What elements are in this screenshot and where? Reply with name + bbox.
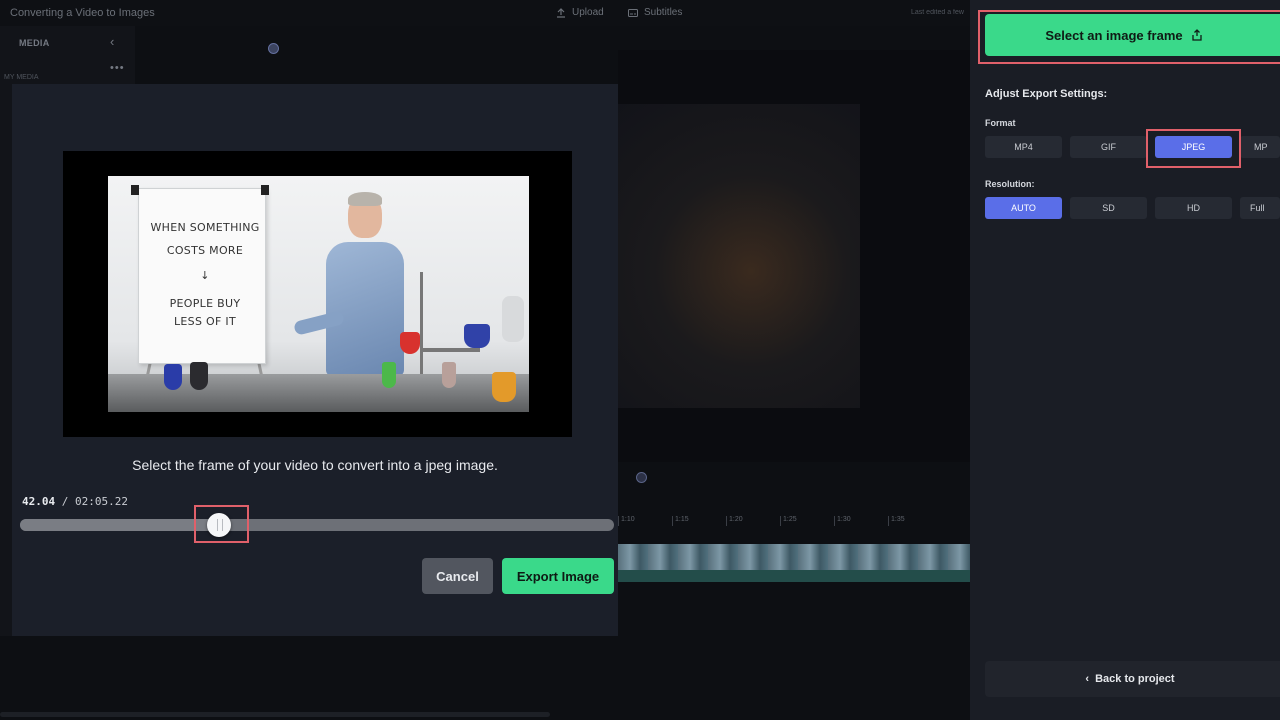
frame-scrubber-track[interactable] [20, 513, 614, 537]
more-icon[interactable]: ••• [110, 62, 125, 74]
flipchart-line: WHEN SOMETHING [150, 221, 260, 234]
project-title[interactable]: Converting a Video to Images [10, 7, 155, 19]
flipchart: WHEN SOMETHING COSTS MORE ↓ PEOPLE BUY L… [131, 185, 269, 364]
time-separator: / [55, 495, 75, 508]
subtitles-icon [628, 8, 638, 17]
jpeg-highlight-box [1146, 129, 1241, 168]
select-frame-highlight-box [978, 10, 1280, 64]
current-time: 42.04 [22, 495, 56, 508]
adjust-export-title: Adjust Export Settings: [985, 88, 1108, 100]
back-to-project-label: Back to project [1095, 673, 1175, 685]
canvas-handle-lower[interactable] [636, 472, 647, 483]
timeline-ruler: 1:10 1:15 1:20 1:25 1:30 1:35 [618, 516, 970, 530]
my-media-label: MY MEDIA [4, 74, 39, 81]
resolution-option-sd[interactable]: SD [1070, 197, 1147, 219]
frame-scrubber-fill [20, 519, 219, 531]
modal-instruction: Select the frame of your video to conver… [132, 457, 498, 473]
export-settings-panel: Select an image frame Adjust Export Sett… [970, 0, 1280, 720]
editor-top-bar: Converting a Video to Images Upload Subt… [0, 0, 970, 26]
resolution-label: Resolution: [985, 179, 1035, 189]
resolution-option-auto[interactable]: AUTO [985, 197, 1062, 219]
resolution-option-full[interactable]: Full [1240, 197, 1280, 219]
timeline-tick: 1:25 [780, 516, 834, 526]
format-option-mp4[interactable]: MP4 [985, 136, 1062, 158]
timeline-video-track[interactable] [618, 544, 970, 582]
subtitles-button[interactable]: Subtitles [628, 7, 682, 18]
video-editor-app: Converting a Video to Images Upload Subt… [0, 0, 1280, 720]
subtitles-label: Subtitles [644, 7, 683, 18]
timeline-tick: 1:10 [618, 516, 672, 526]
upload-button[interactable]: Upload [556, 7, 604, 18]
canvas-handle[interactable] [268, 43, 279, 54]
audio-waveform [618, 570, 970, 582]
export-image-button[interactable]: Export Image [502, 558, 614, 594]
media-panel-title: MEDIA [19, 38, 50, 48]
format-option-gif[interactable]: GIF [1070, 136, 1147, 158]
chevron-left-icon: ‹ [1085, 673, 1090, 685]
video-frame-image: WHEN SOMETHING COSTS MORE ↓ PEOPLE BUY L… [108, 176, 529, 412]
timeline-scrollbar[interactable] [0, 712, 550, 717]
flipchart-line: COSTS MORE [166, 244, 244, 257]
flipchart-line: ↓ [200, 269, 210, 282]
editor-canvas [618, 50, 970, 462]
canvas-video-preview [618, 104, 860, 408]
flipchart-line: LESS OF IT [174, 315, 236, 328]
flipchart-line: PEOPLE BUY [169, 297, 241, 310]
total-time: 02:05.22 [75, 495, 128, 508]
back-to-project-button[interactable]: ‹ Back to project [985, 661, 1280, 697]
timeline-tick: 1:30 [834, 516, 888, 526]
upload-label: Upload [572, 7, 604, 18]
scrubber-highlight-box [194, 505, 249, 543]
chevron-left-icon[interactable]: ‹ [110, 34, 114, 49]
format-label: Format [985, 118, 1016, 128]
timeline-tick: 1:15 [672, 516, 726, 526]
video-preview: WHEN SOMETHING COSTS MORE ↓ PEOPLE BUY L… [63, 151, 572, 437]
timeline-tick: 1:35 [888, 516, 942, 526]
export-frame-modal: WHEN SOMETHING COSTS MORE ↓ PEOPLE BUY L… [12, 84, 618, 636]
upload-icon [557, 7, 565, 18]
cancel-button[interactable]: Cancel [422, 558, 493, 594]
time-readout: 42.04 / 02:05.22 [22, 495, 128, 508]
resolution-option-hd[interactable]: HD [1155, 197, 1232, 219]
format-option-mp3[interactable]: MP [1240, 136, 1280, 158]
last-edited-text: Last edited a few [911, 9, 964, 16]
timeline-tick: 1:20 [726, 516, 780, 526]
